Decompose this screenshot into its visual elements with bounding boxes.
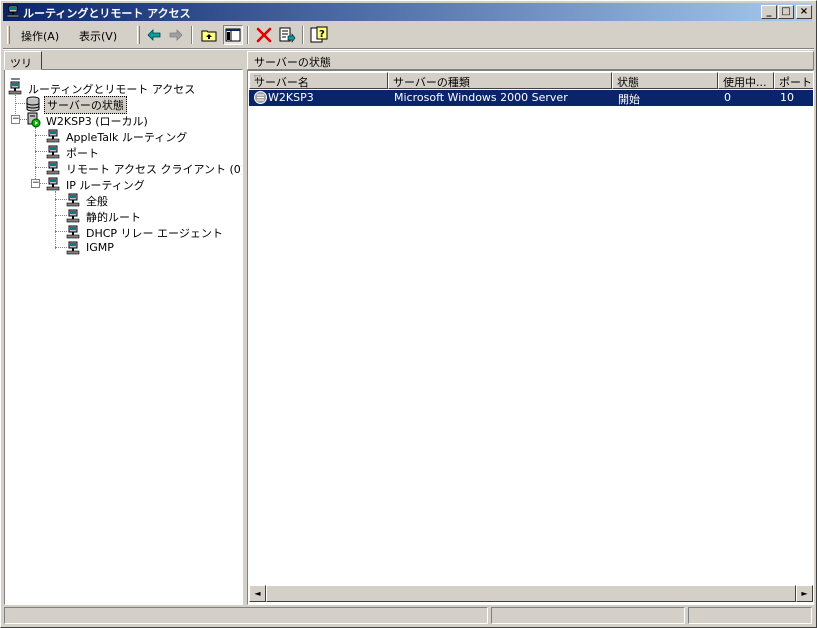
server-icon — [254, 91, 267, 104]
cell-in-use: 0 — [724, 91, 731, 104]
forward-button[interactable] — [166, 25, 186, 45]
delete-icon — [256, 27, 272, 43]
cell-server-type: Microsoft Windows 2000 Server — [394, 91, 568, 104]
column-header-label: サーバーの種類 — [393, 76, 470, 89]
column-header-in-use[interactable]: 使用中... — [718, 72, 774, 89]
right-pane-header: サーバーの状態 — [247, 51, 814, 70]
column-header-label: 使用中... — [723, 76, 767, 89]
tree-item-label: DHCP リレー エージェント — [86, 227, 223, 240]
menu-grip[interactable] — [7, 26, 10, 44]
computer-icon — [46, 177, 60, 191]
column-header-status[interactable]: 状態 — [612, 72, 718, 89]
cell-status: 開始 — [618, 93, 640, 106]
column-header-server-type[interactable]: サーバーの種類 — [388, 72, 612, 89]
menu-action[interactable]: 操作(A) — [21, 28, 59, 44]
scroll-right-button[interactable]: ► — [796, 585, 813, 602]
close-button[interactable]: × — [796, 5, 812, 19]
column-header-server-name[interactable]: サーバー名 ▽ — [249, 72, 388, 89]
tree-item-label: リモート アクセス クライアント (0) — [66, 163, 243, 176]
svg-text:?: ? — [319, 29, 325, 40]
menu-toolbar: 操作(A) 表示(V) ? — [3, 23, 812, 47]
expand-server-toggle[interactable]: − — [11, 115, 20, 124]
computer-icon — [46, 161, 60, 175]
tree-item-label: IGMP — [86, 241, 114, 254]
computer-icon — [66, 209, 80, 223]
tree-item-label: W2KSP3 (ローカル) — [46, 115, 148, 128]
export-list-icon — [279, 27, 296, 43]
forward-icon — [169, 29, 183, 41]
tree-item-label: ルーティングとリモート アクセス — [28, 83, 196, 96]
up-folder-icon — [201, 30, 217, 42]
column-header-label: 状態 — [617, 76, 639, 89]
toolbar-separator — [191, 26, 193, 44]
delete-button[interactable] — [254, 25, 274, 45]
tree-item-label: AppleTalk ルーティング — [66, 131, 188, 144]
computer-icon — [46, 145, 60, 159]
menu-view[interactable]: 表示(V) — [79, 28, 117, 44]
cell-server-name: W2KSP3 — [268, 91, 314, 104]
computer-icon — [66, 193, 80, 207]
window-title: ルーティングとリモート アクセス — [23, 7, 191, 20]
tree-item-label: サーバーの状態 — [44, 96, 127, 114]
back-button[interactable] — [144, 25, 164, 45]
tree-item-label: IP ルーティング — [66, 179, 145, 192]
help-button[interactable]: ? — [309, 25, 329, 45]
app-window: ルーティングとリモート アクセス _ □ × 操作(A) 表示(V) ? ツリー… — [0, 0, 817, 628]
scroll-thumb[interactable] — [266, 585, 796, 602]
maximize-button[interactable]: □ — [778, 5, 794, 19]
column-header-label: サーバー名 — [254, 76, 309, 89]
show-hide-tree-button[interactable] — [223, 25, 243, 45]
status-cell — [491, 607, 685, 624]
tab-tree-label: ツリー — [10, 57, 32, 86]
title-bar[interactable]: ルーティングとリモート アクセス _ □ × — [3, 3, 812, 21]
toolbar-divider — [3, 48, 814, 50]
tree-item-label: ポート — [66, 147, 99, 160]
status-bar — [3, 606, 814, 625]
computer-icon — [66, 241, 80, 255]
sort-indicator-icon: ▽ — [254, 74, 261, 84]
tree-item-label: 全般 — [86, 195, 108, 208]
status-cell — [688, 607, 812, 624]
toolbar-separator — [302, 26, 304, 44]
help-icon: ? — [310, 26, 328, 43]
server-running-icon — [27, 112, 41, 128]
computer-icon — [66, 225, 80, 239]
server-list[interactable]: サーバー名 ▽ サーバーの種類 状態 使用中... ポートの W2KSP3 Mi… — [247, 70, 814, 605]
computer-icon — [46, 129, 60, 143]
server-app-icon — [6, 5, 20, 18]
toolbar-grip[interactable] — [137, 26, 140, 44]
table-row[interactable]: W2KSP3 Microsoft Windows 2000 Server 開始 … — [249, 90, 813, 106]
scroll-left-button[interactable]: ◄ — [249, 585, 266, 602]
right-pane-title: サーバーの状態 — [254, 56, 331, 69]
tab-tree[interactable]: ツリー — [4, 51, 42, 86]
database-icon — [26, 96, 40, 112]
status-cell — [4, 607, 488, 624]
up-one-level-button[interactable] — [199, 25, 219, 45]
expand-ip-routing-toggle[interactable]: − — [31, 179, 40, 188]
cell-ports: 10 — [780, 91, 794, 104]
export-list-button[interactable] — [277, 25, 297, 45]
column-header-label: ポートの — [779, 76, 813, 89]
toolbar-separator — [247, 26, 249, 44]
column-header-ports[interactable]: ポートの — [774, 72, 813, 89]
tree-pane[interactable]: − − ルーティングとリモート アクセス サーバーの状態 W2KSP3 (ローカ… — [4, 69, 243, 605]
show-hide-tree-icon — [225, 28, 241, 42]
back-icon — [147, 29, 161, 41]
minimize-button[interactable]: _ — [761, 5, 777, 19]
tree-item-label: 静的ルート — [86, 211, 141, 224]
horizontal-scrollbar[interactable]: ◄ ► — [249, 585, 813, 602]
